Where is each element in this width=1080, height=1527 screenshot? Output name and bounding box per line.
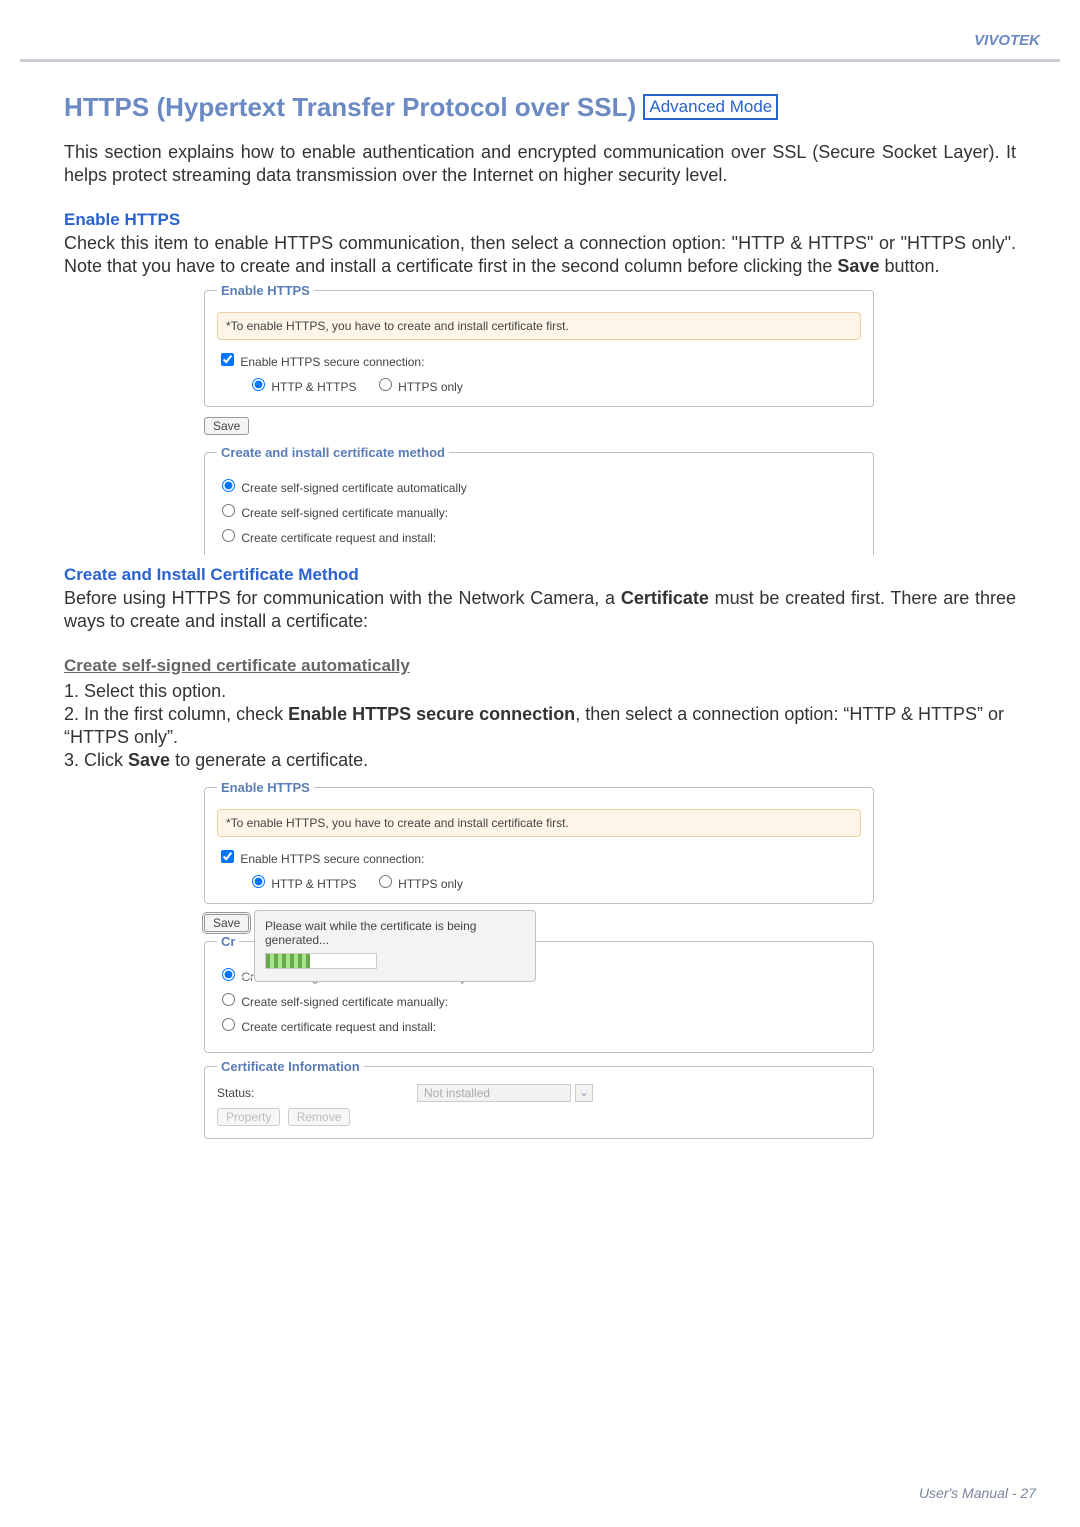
status-value: Not installed xyxy=(417,1084,571,1102)
intro-paragraph: This section explains how to enable auth… xyxy=(64,141,1016,186)
remove-button[interactable]: Remove xyxy=(288,1108,351,1126)
radio-https-only-label-2: HTTPS only xyxy=(398,877,463,891)
progress-bar xyxy=(265,953,377,969)
radio-cert-request-label: Create certificate request and install: xyxy=(241,531,436,545)
radio-cert-auto[interactable] xyxy=(222,479,235,492)
radio-https-only-2[interactable] xyxy=(379,875,392,888)
radio-http-and-https-label-2: HTTP & HTTPS xyxy=(271,877,356,891)
advanced-mode-badge: Advanced Mode xyxy=(643,94,778,120)
screenshot-enable-https: Enable HTTPS *To enable HTTPS, you have … xyxy=(204,283,874,555)
progress-dialog: Please wait while the certificate is bei… xyxy=(254,910,536,982)
header-separator xyxy=(20,59,1060,62)
fieldset-enable-2: Enable HTTPS *To enable HTTPS, you have … xyxy=(204,780,874,904)
fieldset-enable-legend-2: Enable HTTPS xyxy=(217,780,314,795)
radio-cert-manual-label-2: Create self-signed certificate manually: xyxy=(241,995,448,1009)
brand-label: VIVOTEK xyxy=(0,0,1080,59)
fieldset-enable: Enable HTTPS *To enable HTTPS, you have … xyxy=(204,283,874,407)
enable-https-checkbox-2[interactable] xyxy=(221,850,234,863)
screenshot-generating: Enable HTTPS *To enable HTTPS, you have … xyxy=(204,780,874,1139)
fieldset-cert-info-legend: Certificate Information xyxy=(217,1059,364,1074)
step-3b: to generate a certificate. xyxy=(170,750,368,770)
radio-cert-request-label-2: Create certificate request and install: xyxy=(241,1020,436,1034)
fieldset-enable-legend: Enable HTTPS xyxy=(217,283,314,298)
section-enable-body-b: button. xyxy=(879,256,939,276)
subheading-auto: Create self-signed certificate automatic… xyxy=(64,656,1016,676)
section-enable-body-bold: Save xyxy=(837,256,879,276)
note-certificate-first: *To enable HTTPS, you have to create and… xyxy=(217,312,861,340)
radio-cert-auto-2[interactable] xyxy=(222,968,235,981)
radio-cert-request[interactable] xyxy=(222,529,235,542)
step-3bold: Save xyxy=(128,750,170,770)
fieldset-cert-method-legend: Create and install certificate method xyxy=(217,445,449,460)
step-2a: 2. In the first column, check xyxy=(64,704,288,724)
enable-https-checkbox[interactable] xyxy=(221,353,234,366)
page-title-main: HTTPS (Hypertext Transfer Protocol over … xyxy=(64,92,636,122)
radio-https-only[interactable] xyxy=(379,378,392,391)
radio-cert-manual-label: Create self-signed certificate manually: xyxy=(241,506,448,520)
radio-cert-manual[interactable] xyxy=(222,504,235,517)
section-enable-body: Check this item to enable HTTPS communic… xyxy=(64,232,1016,277)
enable-https-checkbox-label: Enable HTTPS secure connection: xyxy=(240,355,424,369)
radio-cert-request-2[interactable] xyxy=(222,1018,235,1031)
save-button[interactable]: Save xyxy=(204,417,249,435)
section-enable-heading: Enable HTTPS xyxy=(64,210,1016,230)
radio-cert-manual-2[interactable] xyxy=(222,993,235,1006)
enable-https-checkbox-label-2: Enable HTTPS secure connection: xyxy=(240,852,424,866)
fieldset-cert-info: Certificate Information Status: Not inst… xyxy=(204,1059,874,1139)
progress-text-2: generated... xyxy=(265,933,525,947)
step-2: 2. In the first column, check Enable HTT… xyxy=(64,703,1016,749)
section-certmethod-body-bold: Certificate xyxy=(621,588,709,608)
fieldset-cert-method: Create and install certificate method Cr… xyxy=(204,445,874,555)
steps-list: 1. Select this option. 2. In the first c… xyxy=(64,680,1016,772)
footer-page: 27 xyxy=(1020,1485,1036,1501)
page-title: HTTPS (Hypertext Transfer Protocol over … xyxy=(64,92,1016,123)
status-label: Status: xyxy=(217,1086,417,1100)
footer-label: User's Manual - xyxy=(919,1485,1020,1501)
section-certmethod-body-a: Before using HTTPS for communication wit… xyxy=(64,588,621,608)
radio-cert-auto-label: Create self-signed certificate automatic… xyxy=(241,481,466,495)
fieldset-cert-method-legend-clipped: Cr xyxy=(217,934,239,949)
step-2bold: Enable HTTPS secure connection xyxy=(288,704,575,724)
radio-http-and-https[interactable] xyxy=(252,378,265,391)
step-1: 1. Select this option. xyxy=(64,680,1016,703)
footer: User's Manual - 27 xyxy=(919,1485,1036,1501)
property-button[interactable]: Property xyxy=(217,1108,280,1126)
section-certmethod-heading: Create and Install Certificate Method xyxy=(64,565,1016,585)
progress-fill xyxy=(266,954,310,968)
save-button-2[interactable]: Save xyxy=(204,914,249,932)
radio-https-only-label: HTTPS only xyxy=(398,380,463,394)
section-certmethod-body: Before using HTTPS for communication wit… xyxy=(64,587,1016,632)
step-3: 3. Click Save to generate a certificate. xyxy=(64,749,1016,772)
progress-text-1: Please wait while the certificate is bei… xyxy=(265,919,525,933)
radio-http-and-https-label: HTTP & HTTPS xyxy=(271,380,356,394)
note-certificate-first-2: *To enable HTTPS, you have to create and… xyxy=(217,809,861,837)
chevron-down-icon[interactable]: ⌄ xyxy=(575,1084,593,1102)
radio-http-and-https-2[interactable] xyxy=(252,875,265,888)
step-3a: 3. Click xyxy=(64,750,128,770)
